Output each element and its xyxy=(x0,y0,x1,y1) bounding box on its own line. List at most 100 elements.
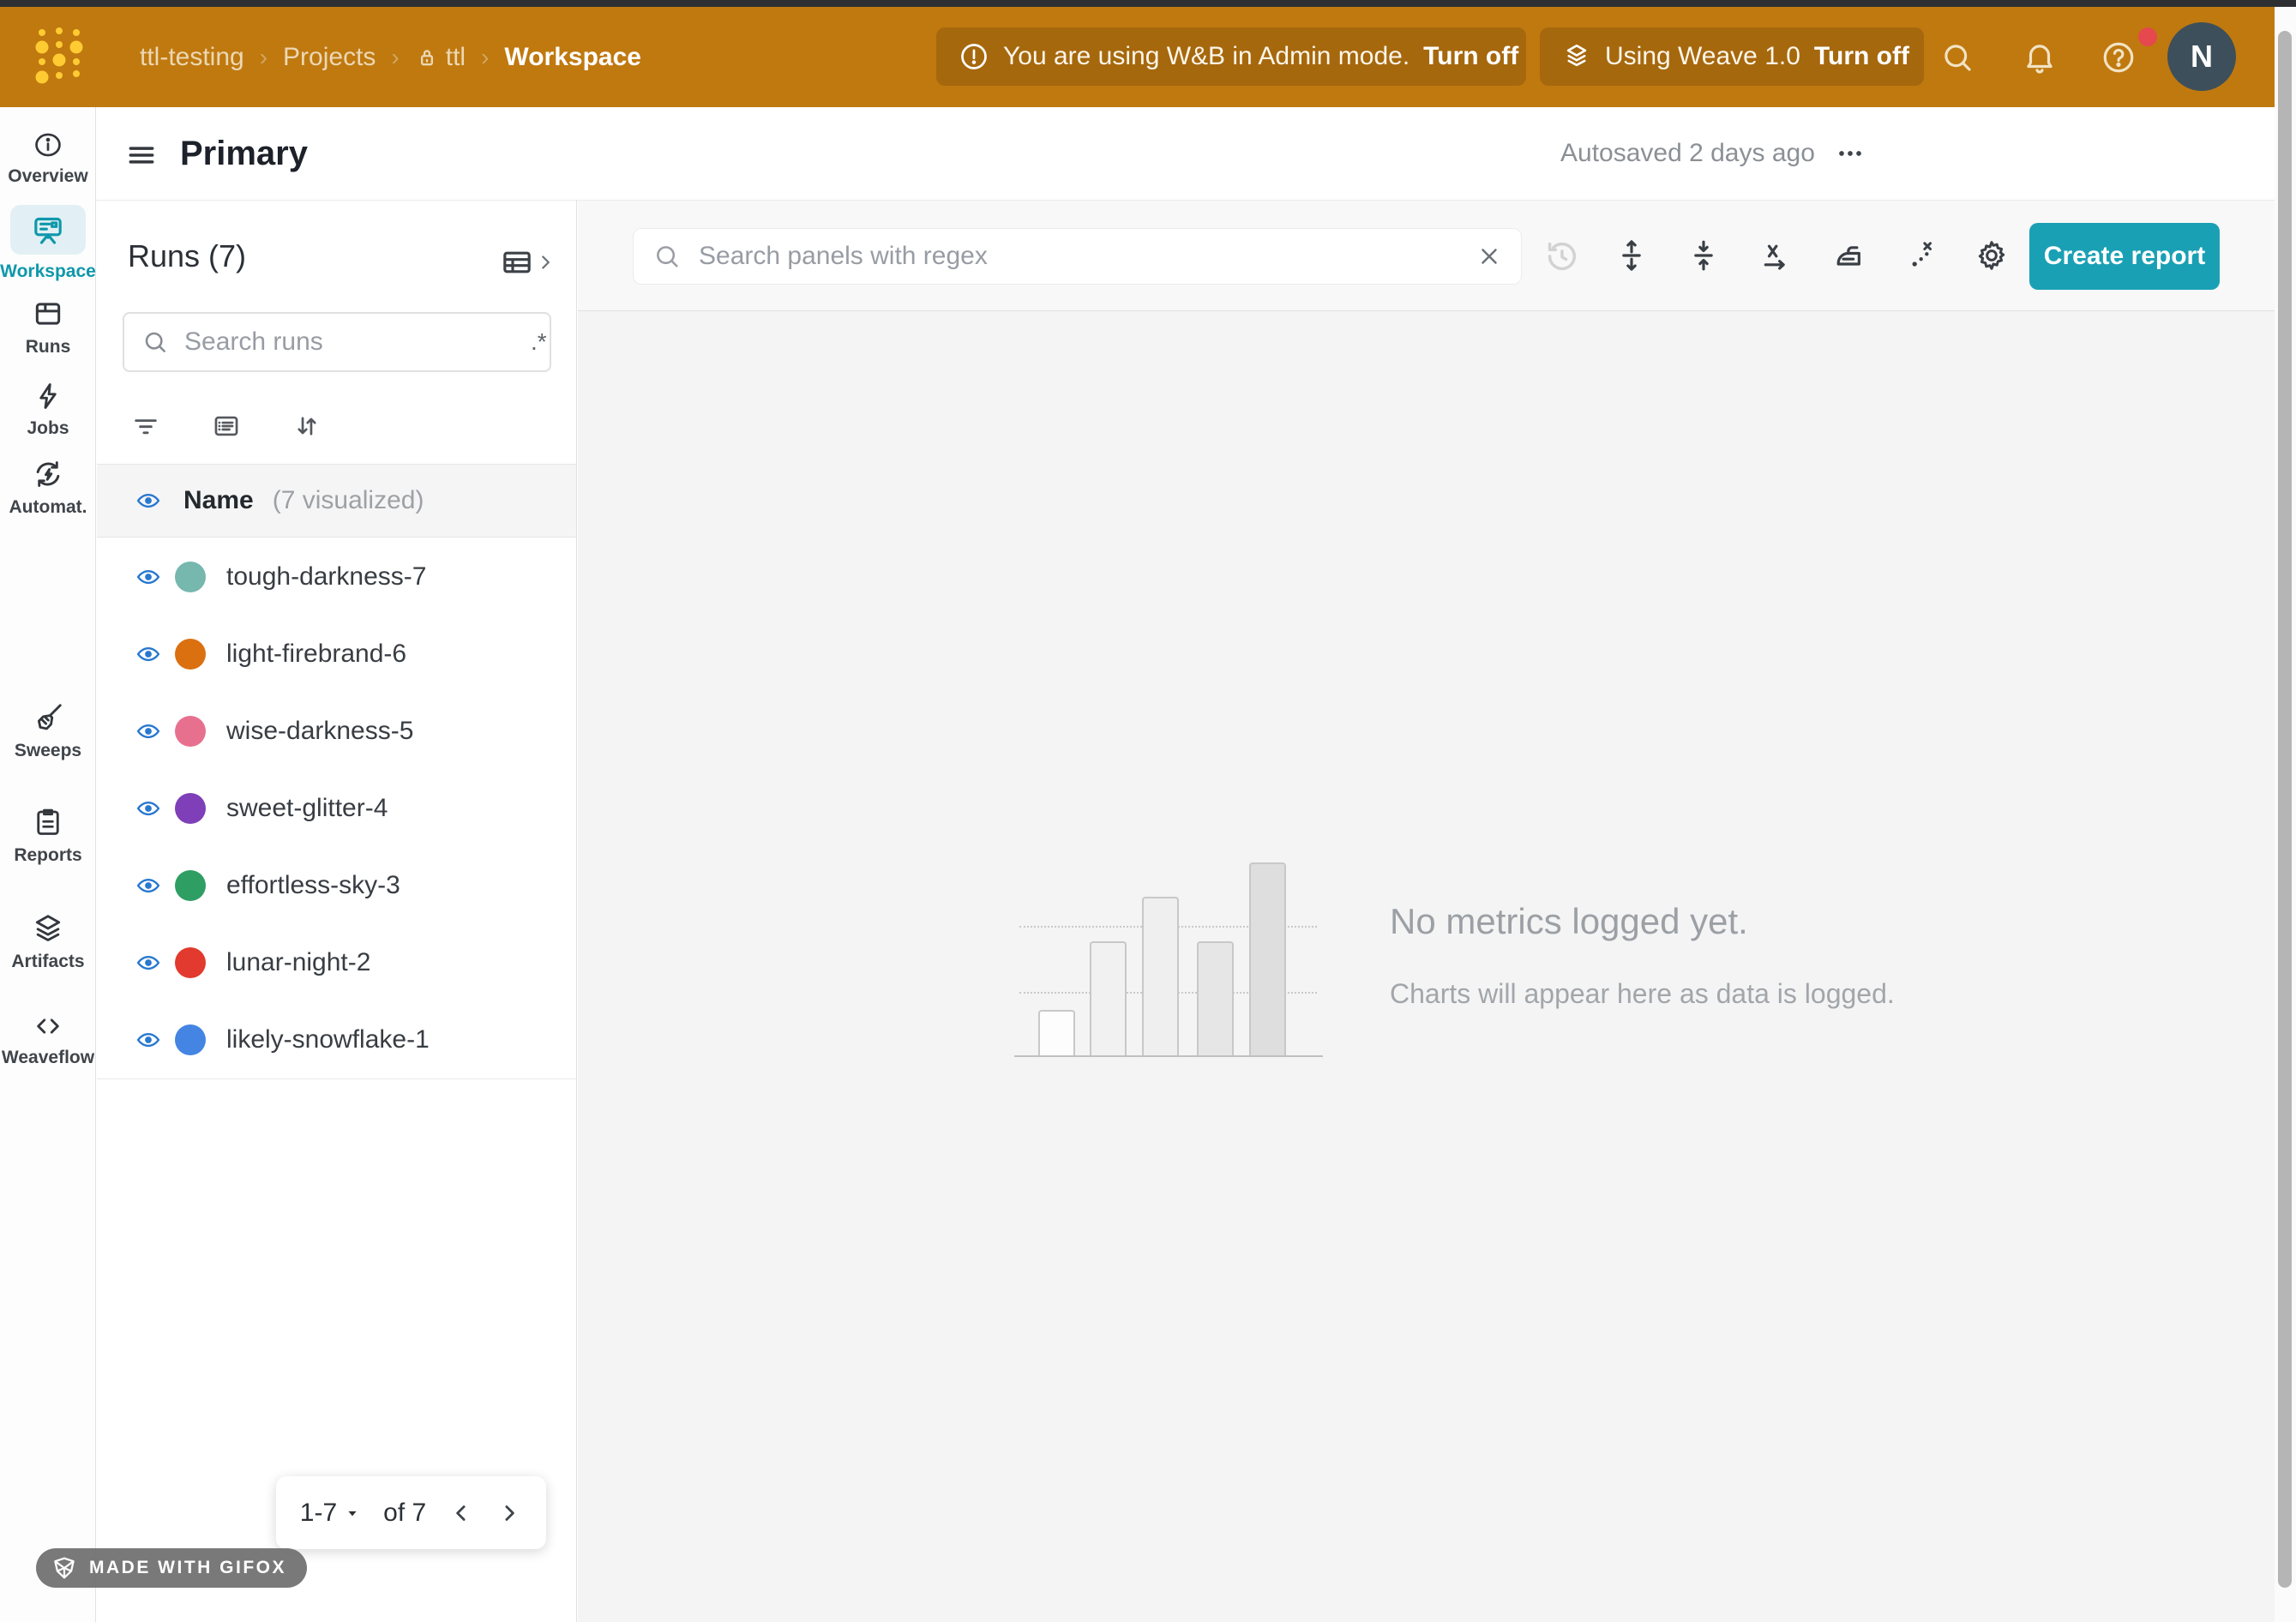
sidebar-item-automations[interactable]: Automat. xyxy=(0,458,96,518)
create-report-button[interactable]: Create report xyxy=(2029,223,2220,290)
chart-baseline xyxy=(1014,1055,1323,1057)
admin-mode-banner[interactable]: You are using W&B in Admin mode. Turn of… xyxy=(936,27,1526,86)
autosaved-status: Autosaved 2 days ago xyxy=(1560,107,1815,200)
more-options-icon[interactable] xyxy=(1826,138,1874,169)
run-color-dot xyxy=(175,793,206,824)
project-sidebar: Overview Workspace Runs xyxy=(0,107,96,1622)
column-name-label[interactable]: Name xyxy=(183,486,254,515)
sidebar-item-sweeps[interactable]: Sweeps xyxy=(0,701,96,761)
breadcrumb-current-page[interactable]: Workspace xyxy=(504,43,641,72)
page-title: Primary xyxy=(180,107,308,200)
sort-icon[interactable] xyxy=(292,412,322,441)
wandb-logo-icon[interactable] xyxy=(34,24,84,91)
expand-panels-icon[interactable] xyxy=(1614,238,1649,273)
empty-chart-bar xyxy=(1249,862,1286,1055)
run-row[interactable]: tough-darkness-7 xyxy=(97,538,576,616)
chevron-right-icon xyxy=(534,251,556,273)
visibility-eye-icon[interactable] xyxy=(132,488,165,514)
breadcrumb-projects[interactable]: Projects xyxy=(283,43,376,72)
user-avatar[interactable]: N xyxy=(2167,22,2236,91)
empty-chart-bar xyxy=(1197,941,1234,1055)
smoothing-iron-icon[interactable] xyxy=(1830,238,1865,273)
x-axis-settings-icon[interactable] xyxy=(1758,238,1793,273)
help-icon[interactable] xyxy=(2101,39,2137,75)
previous-page-icon[interactable] xyxy=(448,1500,474,1526)
runs-search-input[interactable] xyxy=(183,327,517,357)
sidebar-item-artifacts[interactable]: Artifacts xyxy=(0,912,96,972)
active-item-highlight xyxy=(10,205,86,255)
run-name[interactable]: lunar-night-2 xyxy=(226,948,370,977)
run-row[interactable]: likely-snowflake-1 xyxy=(97,1001,576,1078)
run-color-dot xyxy=(175,870,206,901)
group-list-icon[interactable] xyxy=(212,412,241,441)
run-row[interactable]: light-firebrand-6 xyxy=(97,616,576,693)
admin-turn-off-button[interactable]: Turn off xyxy=(1423,42,1518,71)
run-name[interactable]: likely-snowflake-1 xyxy=(226,1025,430,1054)
run-row[interactable]: sweet-glitter-4 xyxy=(97,770,576,847)
runs-search-field[interactable]: .* xyxy=(123,312,551,372)
menu-hamburger-icon[interactable] xyxy=(125,139,158,171)
sidebar-item-overview[interactable]: Overview xyxy=(0,130,96,187)
panel-actions xyxy=(1614,238,2009,273)
settings-gear-icon[interactable] xyxy=(1974,238,2009,273)
artifacts-layers-icon xyxy=(32,912,64,945)
panels-toolbar: Create report xyxy=(578,201,2275,311)
filter-funnel-icon[interactable] xyxy=(131,412,160,441)
run-row[interactable]: wise-darkness-5 xyxy=(97,693,576,770)
breadcrumb-separator: › xyxy=(391,44,399,71)
run-name[interactable]: wise-darkness-5 xyxy=(226,717,413,746)
breadcrumb-entity[interactable]: ttl-testing xyxy=(140,43,244,72)
weave-banner[interactable]: Using Weave 1.0 Turn off xyxy=(1540,27,1924,86)
search-icon xyxy=(652,242,682,271)
history-icon[interactable] xyxy=(1542,237,1581,276)
admin-banner-text: You are using W&B in Admin mode. xyxy=(1003,42,1409,71)
next-page-icon[interactable] xyxy=(496,1500,522,1526)
sidebar-item-runs[interactable]: Runs xyxy=(0,297,96,357)
panels-content-area: No metrics logged yet. Charts will appea… xyxy=(578,311,2275,1622)
empty-state-chart-illustration xyxy=(1019,864,1317,1057)
panel-search-input[interactable] xyxy=(697,241,1461,272)
visibility-eye-icon[interactable] xyxy=(132,1027,165,1053)
runs-table-expand-button[interactable] xyxy=(500,245,556,279)
empty-chart-bar xyxy=(1038,1010,1075,1055)
sidebar-item-weaveflow[interactable]: Weaveflow xyxy=(0,1012,96,1068)
visibility-eye-icon[interactable] xyxy=(132,718,165,744)
regex-toggle[interactable]: .* xyxy=(531,328,547,356)
runs-pagination: 1-7 of 7 xyxy=(276,1476,546,1549)
run-row[interactable]: effortless-sky-3 xyxy=(97,847,576,924)
run-row[interactable]: lunar-night-2 xyxy=(97,924,576,1001)
run-name[interactable]: light-firebrand-6 xyxy=(226,640,406,669)
run-name[interactable]: effortless-sky-3 xyxy=(226,871,400,900)
visibility-eye-icon[interactable] xyxy=(132,873,165,898)
breadcrumb-project[interactable]: ttl xyxy=(415,43,466,72)
visibility-eye-icon[interactable] xyxy=(132,564,165,590)
clear-search-icon[interactable] xyxy=(1476,243,1502,269)
sidebar-item-jobs[interactable]: Jobs xyxy=(0,381,96,439)
visibility-eye-icon[interactable] xyxy=(132,641,165,667)
runs-panel: Runs (7) .* xyxy=(97,201,577,1622)
page-range-dropdown[interactable]: 1-7 xyxy=(300,1499,361,1528)
caret-down-icon xyxy=(344,1505,361,1522)
weave-turn-off-button[interactable]: Turn off xyxy=(1814,42,1909,71)
run-name[interactable]: tough-darkness-7 xyxy=(226,562,426,592)
notifications-bell-icon[interactable] xyxy=(2022,39,2058,75)
visibility-eye-icon[interactable] xyxy=(132,950,165,976)
runs-list-header: Name (7 visualized) xyxy=(97,464,576,538)
layers-icon xyxy=(1562,42,1591,71)
visibility-eye-icon[interactable] xyxy=(132,796,165,821)
outliers-icon[interactable] xyxy=(1902,238,1937,273)
empty-state-subtitle: Charts will appear here as data is logge… xyxy=(1390,978,1895,1010)
clipboard-icon xyxy=(33,806,63,838)
sidebar-item-workspace[interactable]: Workspace xyxy=(0,205,96,282)
sidebar-item-reports[interactable]: Reports xyxy=(0,806,96,866)
window-top-strip xyxy=(0,0,2296,7)
lightning-icon xyxy=(33,381,63,412)
search-icon[interactable] xyxy=(1939,39,1975,75)
run-name[interactable]: sweet-glitter-4 xyxy=(226,794,388,823)
scrollbar-thumb[interactable] xyxy=(2278,31,2292,1588)
workspace-board-icon xyxy=(31,213,65,247)
broom-icon xyxy=(32,701,64,734)
collapse-panels-icon[interactable] xyxy=(1686,238,1721,273)
panel-search-field[interactable] xyxy=(633,228,1522,285)
run-color-dot xyxy=(175,562,206,592)
